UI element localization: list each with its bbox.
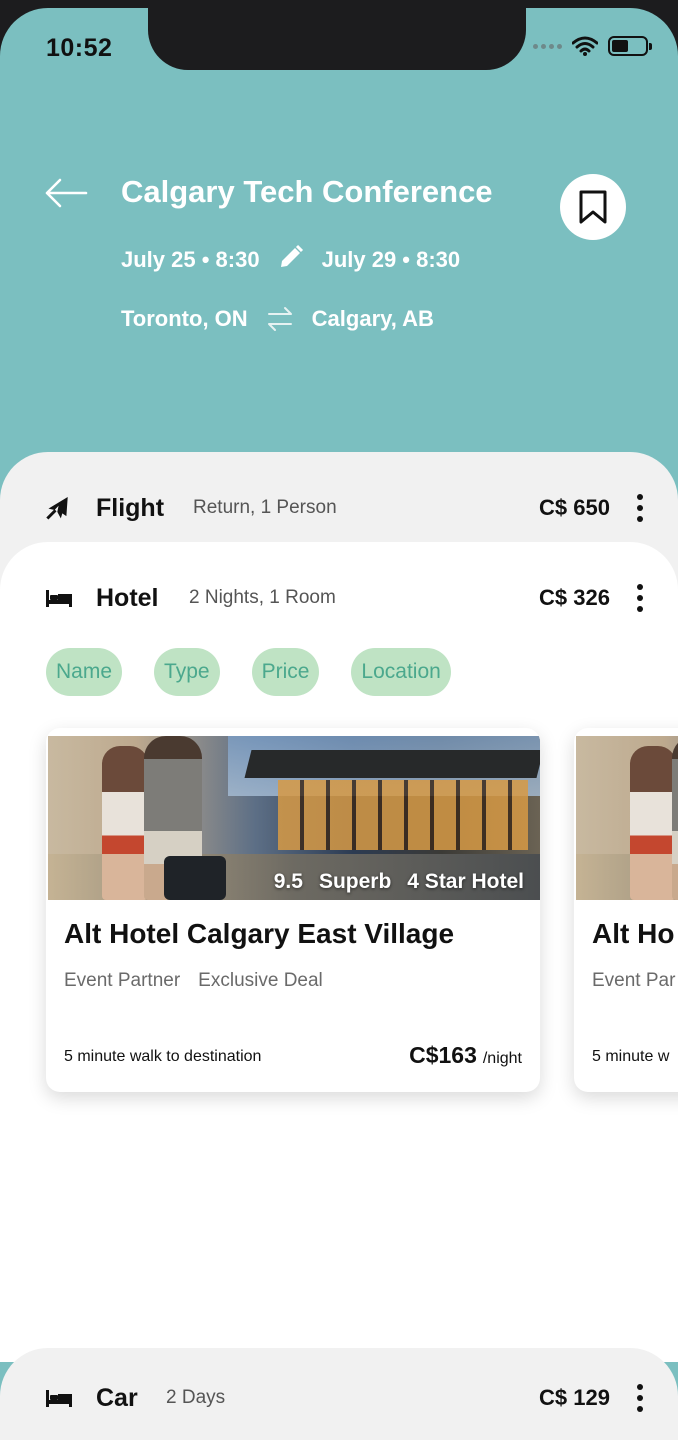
swap-arrows-icon bbox=[267, 307, 292, 331]
depart-date: July 25 • 8:30 bbox=[121, 247, 260, 272]
hotel-tags: Event Partner Exclusive Deal bbox=[64, 970, 323, 992]
hotel-walk-distance: 5 minute walk to destination bbox=[64, 1048, 262, 1065]
trip-route: Toronto, ON Calgary, AB bbox=[121, 306, 434, 332]
hotel-label: Hotel bbox=[96, 583, 159, 612]
flight-row[interactable]: Flight Return, 1 Person C$ 650 bbox=[0, 488, 678, 528]
hotel-filters: Name Type Price Location bbox=[46, 648, 451, 696]
app-screen: 10:52 Calgary Tech Conference July 25 • … bbox=[0, 8, 678, 1440]
hotel-name: Alt Ho bbox=[592, 918, 675, 949]
return-date: July 29 • 8:30 bbox=[321, 247, 461, 272]
bookmark-icon bbox=[579, 190, 607, 224]
hotel-card[interactable]: 9.5 Superb 4 Star Hotel Alt Hotel Calgar… bbox=[46, 728, 540, 1092]
origin-city: Toronto, ON bbox=[121, 306, 248, 331]
hotel-tag: Exclusive Deal bbox=[198, 970, 323, 991]
hotel-price: C$ 326 bbox=[539, 585, 610, 610]
hotel-photo bbox=[576, 736, 678, 900]
car-more-button[interactable] bbox=[636, 1384, 644, 1412]
hotel-walk-distance: 5 minute w bbox=[592, 1048, 670, 1065]
status-time: 10:52 bbox=[46, 34, 113, 62]
bed-icon bbox=[44, 1383, 74, 1413]
car-price: C$ 129 bbox=[539, 1385, 610, 1410]
page-title: Calgary Tech Conference bbox=[121, 174, 493, 209]
signal-icon bbox=[533, 43, 562, 49]
car-section[interactable]: Car 2 Days C$ 129 bbox=[0, 1348, 678, 1440]
flight-more-button[interactable] bbox=[636, 494, 644, 522]
hotel-rating-text: Superb bbox=[318, 870, 392, 893]
status-indicators bbox=[533, 36, 652, 56]
hotel-stars: 4 Star Hotel bbox=[407, 870, 524, 893]
hotel-price-unit: /night bbox=[482, 1050, 522, 1067]
hotel-price-amount: C$163 bbox=[409, 1042, 477, 1068]
hotel-name: Alt Hotel Calgary East Village bbox=[64, 918, 455, 949]
hotel-more-button[interactable] bbox=[636, 584, 644, 612]
airplane-icon bbox=[44, 493, 74, 523]
car-row[interactable]: Car 2 Days C$ 129 bbox=[0, 1378, 678, 1418]
edit-dates-button[interactable] bbox=[278, 244, 304, 276]
wifi-icon bbox=[572, 36, 598, 56]
hotel-tag: Event Par bbox=[592, 970, 676, 991]
battery-icon bbox=[608, 36, 652, 56]
hotel-detail: 2 Nights, 1 Room bbox=[189, 587, 336, 608]
hotel-tag: Event Partner bbox=[64, 970, 181, 991]
hotel-rating-badge: 9.5 Superb 4 Star Hotel bbox=[274, 870, 524, 894]
back-button[interactable] bbox=[44, 178, 90, 208]
filter-price[interactable]: Price bbox=[251, 648, 320, 696]
hotel-photo: 9.5 Superb 4 Star Hotel bbox=[48, 736, 540, 900]
hotel-card[interactable]: Alt Ho Event Par 5 minute w bbox=[574, 728, 678, 1092]
flight-price: C$ 650 bbox=[539, 495, 610, 520]
edit-pencil-icon bbox=[280, 244, 303, 267]
hotel-nightly-price: C$163 /night bbox=[409, 1042, 522, 1069]
car-label: Car bbox=[96, 1383, 138, 1412]
hotel-row[interactable]: Hotel 2 Nights, 1 Room C$ 326 bbox=[0, 578, 678, 618]
bookmark-button[interactable] bbox=[560, 174, 626, 240]
car-detail: 2 Days bbox=[166, 1387, 226, 1408]
hotel-tags: Event Par bbox=[592, 970, 675, 992]
hotel-rating-score: 9.5 bbox=[273, 870, 303, 893]
bed-icon bbox=[44, 583, 74, 613]
filter-name[interactable]: Name bbox=[46, 648, 123, 696]
flight-label: Flight bbox=[96, 493, 165, 522]
trip-dates: July 25 • 8:30 July 29 • 8:30 bbox=[121, 244, 460, 276]
device-notch bbox=[148, 8, 526, 70]
filter-location[interactable]: Location bbox=[351, 648, 451, 696]
filter-type[interactable]: Type bbox=[154, 648, 220, 696]
flight-detail: Return, 1 Person bbox=[193, 497, 337, 518]
destination-city: Calgary, AB bbox=[311, 306, 434, 331]
back-arrow-icon bbox=[45, 178, 88, 208]
